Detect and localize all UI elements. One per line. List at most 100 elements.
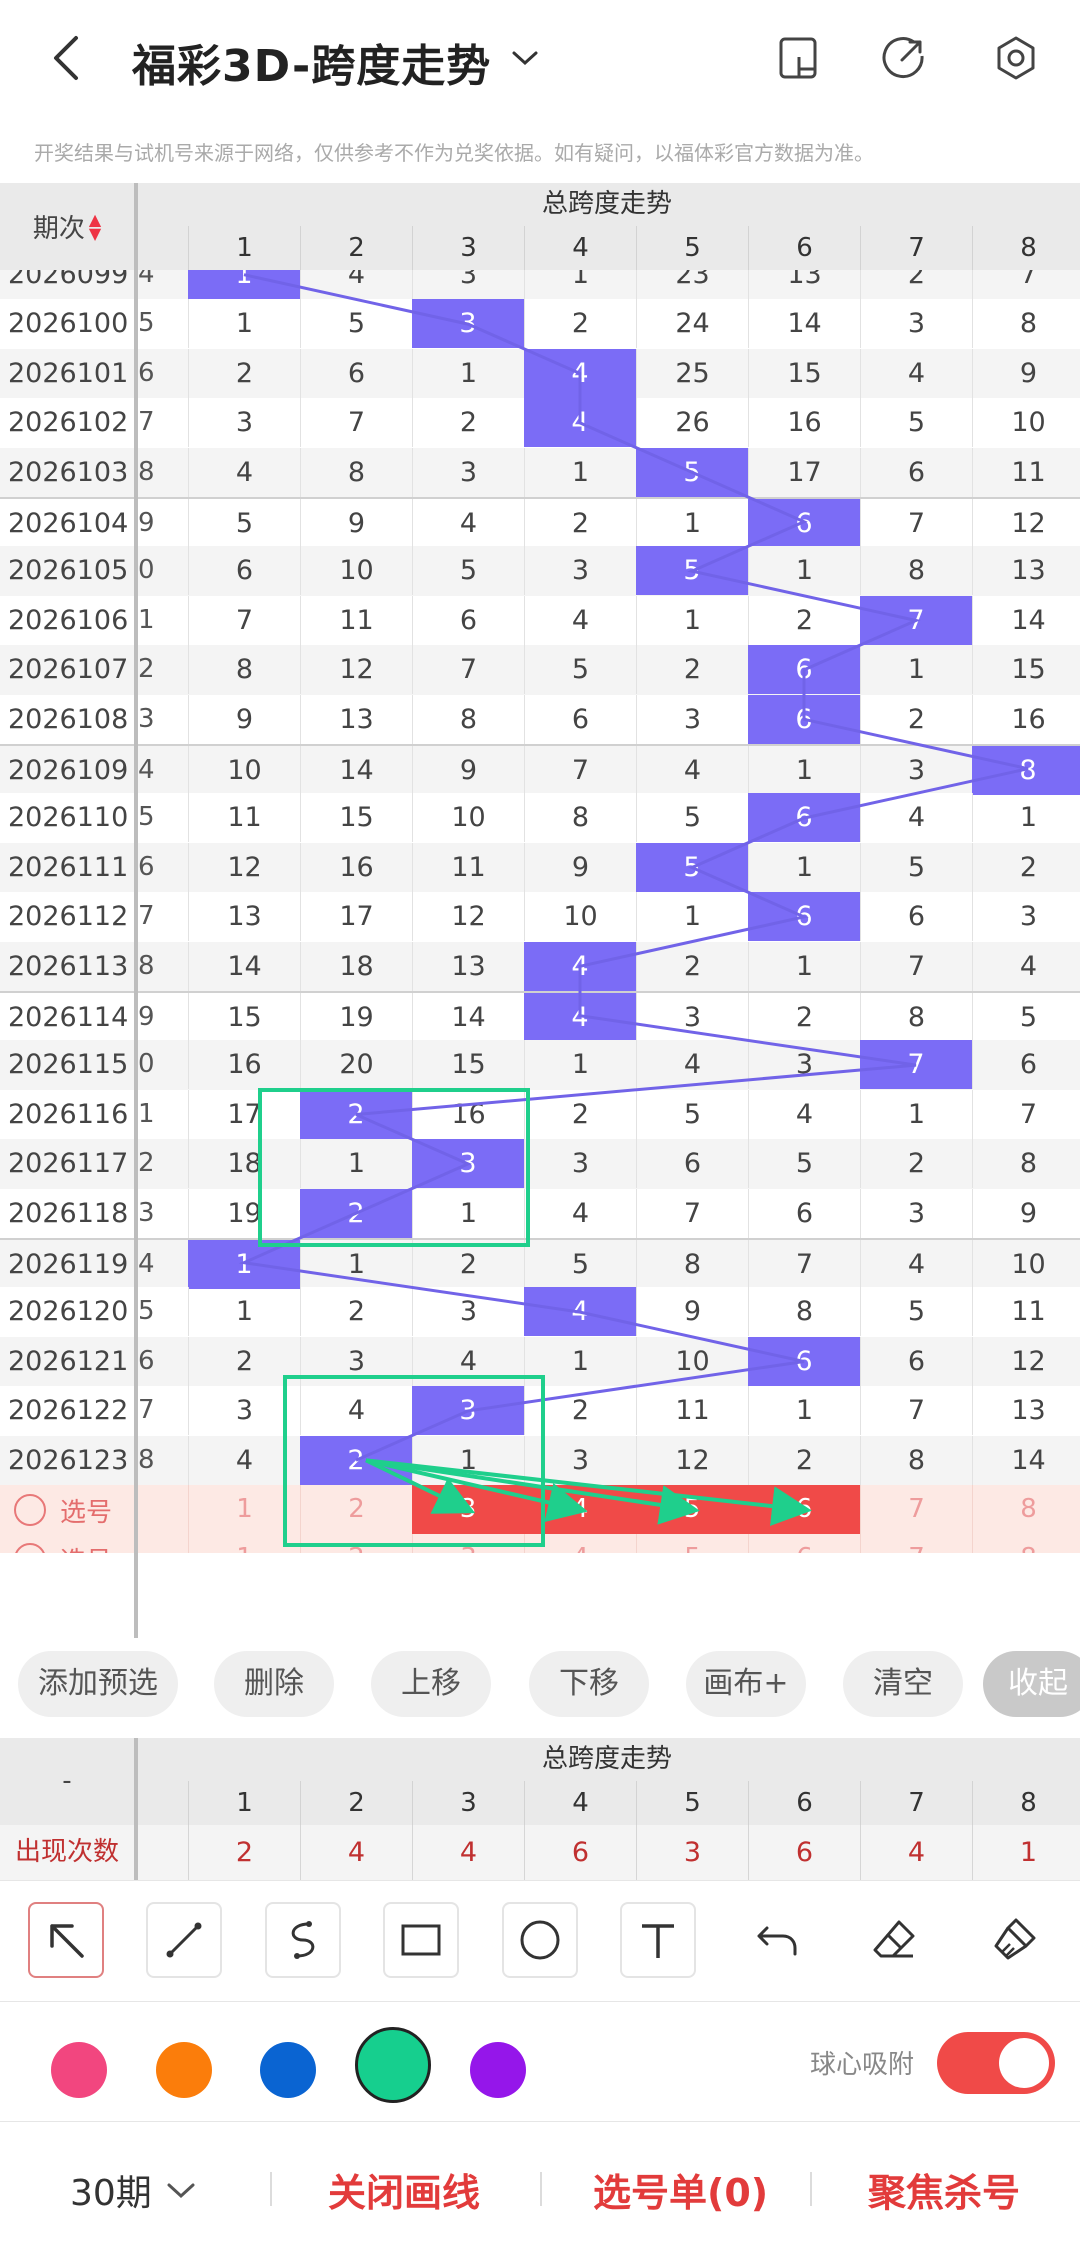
miss-cell[interactable]: 9 (524, 842, 636, 892)
miss-cell[interactable]: 8 (636, 1240, 748, 1289)
hit-cell[interactable]: 6 (748, 793, 860, 843)
arrow-tool-button[interactable] (28, 1902, 104, 1978)
layout-toggle-button[interactable] (770, 30, 826, 86)
hit-cell[interactable]: 7 (860, 1040, 972, 1090)
hit-cell[interactable]: 2 (300, 1435, 412, 1485)
miss-cell[interactable]: 14 (412, 993, 524, 1042)
miss-cell[interactable]: 10 (300, 546, 412, 596)
miss-cell[interactable]: 16 (300, 842, 412, 892)
miss-cell[interactable]: 4 (300, 270, 412, 299)
miss-cell[interactable]: 3 (188, 398, 300, 448)
miss-cell[interactable]: 2 (524, 1089, 636, 1139)
table-row[interactable]: 2026114 9 15 19 14 4 3 2 8 5 (0, 991, 1080, 1042)
miss-cell[interactable]: 1 (860, 645, 972, 695)
miss-cell[interactable]: 8 (860, 1435, 972, 1485)
miss-cell[interactable]: 8 (860, 546, 972, 596)
miss-cell[interactable]: 2 (524, 299, 636, 349)
miss-cell[interactable]: 2 (748, 1435, 860, 1485)
miss-cell[interactable]: 4 (860, 793, 972, 843)
color-swatch-purple[interactable] (470, 2042, 526, 2098)
miss-cell[interactable]: 12 (972, 499, 1080, 548)
trend-grid[interactable]: 2026099 4 1 4 3 1 23 13 2 7 2026100 5 1 5 3 2 24 14 3 8 2026… (0, 270, 1080, 1553)
miss-cell[interactable]: 1 (524, 1040, 636, 1090)
line-tool-button[interactable] (146, 1902, 222, 1978)
miss-cell[interactable]: 19 (300, 993, 412, 1042)
miss-cell[interactable]: 1 (524, 1336, 636, 1386)
miss-cell[interactable]: 19 (188, 1188, 300, 1238)
miss-cell[interactable]: 7 (412, 645, 524, 695)
miss-cell[interactable]: 11 (636, 1386, 748, 1436)
miss-cell[interactable]: 12 (972, 1336, 1080, 1386)
hit-cell[interactable]: 8 (972, 746, 1080, 795)
undo-button[interactable] (739, 1902, 815, 1978)
miss-cell[interactable]: 9 (972, 1188, 1080, 1238)
pick-cell[interactable]: 4 (524, 1534, 636, 1553)
add-preset-button[interactable]: 添加预选 (18, 1651, 178, 1717)
close-lines-button[interactable]: 关闭画线 (328, 2162, 480, 2217)
miss-cell[interactable]: 3 (188, 1386, 300, 1436)
miss-cell[interactable]: 11 (412, 842, 524, 892)
miss-cell[interactable]: 3 (524, 1435, 636, 1485)
pick-cell[interactable]: 5 (636, 1534, 748, 1553)
miss-cell[interactable]: 8 (524, 793, 636, 843)
miss-cell[interactable]: 26 (636, 398, 748, 448)
miss-cell[interactable]: 6 (860, 892, 972, 942)
miss-cell[interactable]: 3 (860, 746, 972, 795)
table-row[interactable]: 2026120 5 1 2 3 4 9 8 5 11 (0, 1287, 1080, 1337)
miss-cell[interactable]: 12 (636, 1435, 748, 1485)
miss-cell[interactable]: 1 (748, 842, 860, 892)
miss-cell[interactable]: 4 (748, 1089, 860, 1139)
hit-cell[interactable]: 2 (300, 1089, 412, 1139)
miss-cell[interactable]: 16 (748, 398, 860, 448)
hit-cell[interactable]: 5 (636, 842, 748, 892)
table-row[interactable]: 2026113 8 14 18 13 4 2 1 7 4 (0, 941, 1080, 991)
miss-cell[interactable]: 4 (636, 1040, 748, 1090)
move-up-button[interactable]: 上移 (371, 1651, 491, 1717)
hit-cell[interactable]: 5 (636, 447, 748, 497)
miss-cell[interactable]: 8 (412, 694, 524, 744)
miss-cell[interactable]: 7 (860, 941, 972, 991)
miss-cell[interactable]: 15 (188, 993, 300, 1042)
miss-cell[interactable]: 10 (188, 746, 300, 795)
miss-cell[interactable]: 10 (636, 1336, 748, 1386)
hit-cell[interactable]: 1 (188, 1240, 300, 1289)
miss-cell[interactable]: 4 (412, 1336, 524, 1386)
table-row[interactable]: 2026109 4 10 14 9 7 4 1 3 8 (0, 744, 1080, 795)
hit-cell[interactable]: 4 (524, 398, 636, 448)
miss-cell[interactable]: 5 (636, 1089, 748, 1139)
hit-cell[interactable]: 6 (748, 645, 860, 695)
miss-cell[interactable]: 2 (972, 842, 1080, 892)
miss-cell[interactable]: 4 (524, 595, 636, 645)
miss-cell[interactable]: 14 (972, 1435, 1080, 1485)
focus-kill-button[interactable]: 聚焦杀号 (868, 2162, 1020, 2217)
miss-cell[interactable]: 8 (860, 993, 972, 1042)
clear-all-button[interactable] (976, 1902, 1052, 1978)
pick-list-button[interactable]: 选号单(0) (593, 2162, 768, 2217)
share-button[interactable] (876, 30, 932, 86)
miss-cell[interactable]: 1 (412, 348, 524, 398)
miss-cell[interactable]: 4 (860, 348, 972, 398)
miss-cell[interactable]: 7 (748, 1240, 860, 1289)
miss-cell[interactable]: 13 (412, 941, 524, 991)
miss-cell[interactable]: 6 (636, 1139, 748, 1189)
table-row[interactable]: 2026107 2 8 12 7 5 2 6 1 15 (0, 645, 1080, 695)
radio-circle-icon[interactable] (14, 1494, 46, 1526)
miss-cell[interactable]: 1 (636, 499, 748, 548)
miss-cell[interactable]: 5 (524, 645, 636, 695)
miss-cell[interactable]: 11 (972, 1287, 1080, 1337)
miss-cell[interactable]: 1 (300, 1139, 412, 1189)
miss-cell[interactable]: 10 (412, 793, 524, 843)
miss-cell[interactable]: 1 (748, 1386, 860, 1436)
rectangle-tool-button[interactable] (383, 1902, 459, 1978)
hit-cell[interactable]: 6 (748, 694, 860, 744)
table-row[interactable]: 2026106 1 7 11 6 4 1 2 7 14 (0, 595, 1080, 645)
miss-cell[interactable]: 1 (300, 1240, 412, 1289)
pick-cell-selected[interactable]: 4 (524, 1485, 636, 1534)
miss-cell[interactable]: 1 (524, 447, 636, 497)
canvas-button[interactable]: 画布+ (686, 1651, 806, 1717)
miss-cell[interactable]: 7 (300, 398, 412, 448)
miss-cell[interactable]: 1 (524, 270, 636, 299)
miss-cell[interactable]: 5 (300, 299, 412, 349)
miss-cell[interactable]: 1 (188, 299, 300, 349)
hit-cell[interactable]: 4 (524, 941, 636, 991)
